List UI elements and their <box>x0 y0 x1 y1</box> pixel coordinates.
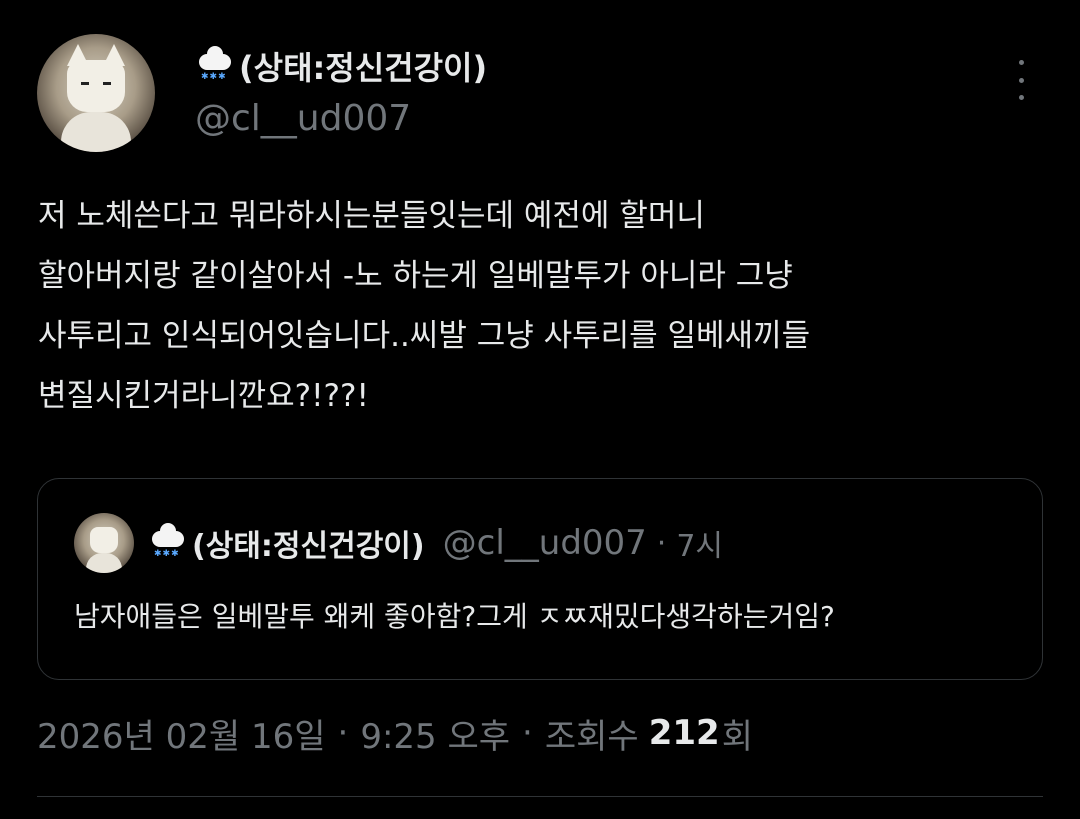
author-name-row[interactable]: ✱✱✱ (상태:정신건강이) <box>195 44 487 88</box>
quoted-tweet-header: ✱✱✱ (상태:정신건강이) @cl__ud007 · 7시 <box>74 513 724 573</box>
views-label: 조회수 <box>544 716 639 757</box>
tweet-line: 변질시킨거라니깐요?!??! <box>38 378 369 414</box>
tweet-time[interactable]: 9:25 오후 <box>360 709 510 758</box>
tweet-text: 저 노체쓴다고 뭐라하시는분들잇는데 예전에 할머니 할아버지랑 같이살아서 -… <box>38 186 1038 426</box>
author-display-name[interactable]: (상태:정신건강이) <box>239 43 487 89</box>
divider <box>37 796 1043 797</box>
tweet-line: 사투리고 인식되어잇습니다..씨발 그냥 사투리를 일베새끼들 <box>38 318 811 354</box>
quoted-tweet-text: 남자애들은 일베말투 왜케 좋아함?그게 ㅈㅉ재밌다생각하는거임? <box>74 600 835 633</box>
author-handle[interactable]: @cl__ud007 <box>195 98 411 139</box>
cloud-with-snow-icon: ✱✱✱ <box>148 523 188 563</box>
tweet-meta: 2026년 02월 16일 · 9:25 오후 · 조회수 212 회 <box>37 708 753 758</box>
tweet-line: 할아버지랑 같이살아서 -노 하는게 일베말투가 아니라 그냥 <box>38 258 793 294</box>
meta-separator: · <box>522 713 533 753</box>
tweet-header: ✱✱✱ (상태:정신건강이) @cl__ud007 <box>37 34 1043 154</box>
avatar-eye-left <box>81 82 89 85</box>
quoted-separator: · <box>656 525 667 561</box>
quoted-author-handle: @cl__ud007 <box>442 523 647 563</box>
tweet-line: 저 노체쓴다고 뭐라하시는분들잇는데 예전에 할머니 <box>38 198 705 234</box>
quoted-tweet[interactable]: ✱✱✱ (상태:정신건강이) @cl__ud007 · 7시 남자애들은 일베말… <box>37 478 1043 680</box>
views-unit: 회 <box>721 716 753 757</box>
quoted-author-avatar <box>74 513 134 573</box>
avatar-eye-right <box>103 82 111 85</box>
meta-separator: · <box>337 713 349 753</box>
quoted-author-display-name: (상태:정신건강이) <box>192 529 425 564</box>
avatar-body <box>61 112 131 152</box>
more-options-icon[interactable] <box>1011 60 1031 100</box>
author-avatar[interactable] <box>37 34 155 152</box>
cloud-with-snow-icon: ✱✱✱ <box>195 46 235 86</box>
avatar-face <box>67 60 125 112</box>
tweet-date[interactable]: 2026년 02월 16일 <box>37 709 326 758</box>
quoted-timestamp: 7시 <box>676 529 724 564</box>
views-count: 212 <box>648 713 720 753</box>
